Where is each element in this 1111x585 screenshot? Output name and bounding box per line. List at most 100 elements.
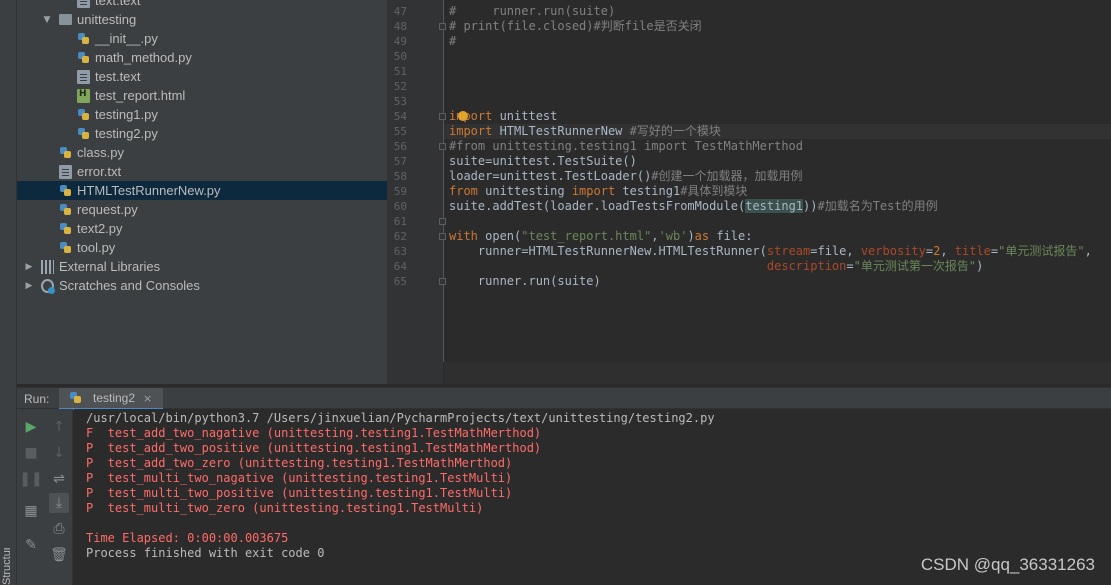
fold-marker-icon[interactable]	[439, 143, 446, 150]
code-token: #	[449, 34, 457, 48]
stop-icon[interactable]: ■	[21, 443, 41, 463]
code-line[interactable]: #	[449, 34, 456, 49]
code-token: suite.addTest(loader.loadTestsFromModule…	[449, 199, 746, 213]
pause-icon[interactable]: ❚❚	[19, 469, 42, 489]
tree-item-label: unittesting	[77, 12, 137, 27]
code-token: open(	[485, 229, 522, 243]
tree-item[interactable]: ▶ External Libraries	[17, 257, 387, 276]
soft-wrap-icon[interactable]: ⇌	[49, 469, 69, 489]
structure-tool-tab[interactable]: Structure	[1, 548, 15, 585]
line-number: 58	[393, 170, 407, 183]
fold-marker-icon[interactable]	[439, 113, 446, 120]
tree-item-label: External Libraries	[59, 259, 161, 274]
trash-icon[interactable]: 🗑	[49, 545, 69, 565]
code-token: with	[449, 229, 486, 243]
code-editor[interactable]: 47 48 49 50 51 52 53 54 55 56 57 58 59 60 61 62 63 64 65 #…	[387, 0, 1111, 384]
tree-item-label: math_method.py	[95, 50, 192, 65]
code-line[interactable]: runner.run(suite)	[449, 274, 601, 289]
tree-item[interactable]: testing2.py	[17, 124, 387, 143]
expand-arrow-right-icon[interactable]: ▶	[23, 262, 35, 272]
tree-item[interactable]: text.text	[17, 0, 387, 10]
tree-item[interactable]: request.py	[17, 200, 387, 219]
run-tab-testing2[interactable]: testing2 ×	[59, 388, 163, 410]
code-token: =	[925, 244, 934, 258]
code-token: unittesting	[485, 184, 572, 198]
text-file-icon	[77, 69, 90, 84]
code-token: #具体到模块	[680, 184, 748, 198]
code-line[interactable]: description="单元测试第一次报告")	[449, 259, 983, 274]
code-line[interactable]: # runner.run(suite)	[449, 4, 615, 19]
tree-item[interactable]: HTMLTestRunnerNew.py	[17, 181, 387, 200]
layout-icon[interactable]: ▦	[21, 501, 41, 521]
tree-item[interactable]: test.text	[17, 67, 387, 86]
expand-arrow-right-icon[interactable]: ▶	[23, 281, 35, 291]
line-number: 50	[393, 50, 407, 63]
tree-item-label: testing1.py	[95, 107, 158, 122]
code-token: )	[976, 259, 984, 273]
left-tool-strip: Structure	[0, 0, 17, 585]
code-line[interactable]: with open("test_report.html",'wb')as fil…	[449, 229, 752, 244]
code-line[interactable]: suite=unittest.TestSuite()	[449, 154, 637, 169]
python-file-icon	[77, 51, 90, 65]
scroll-up-icon[interactable]: ↑	[49, 417, 69, 437]
console-line: /usr/local/bin/python3.7 /Users/jinxueli…	[86, 411, 715, 425]
code-token: unittest	[499, 109, 558, 123]
tree-item[interactable]: test_report.html	[17, 86, 387, 105]
python-file-icon	[59, 241, 72, 255]
code-token: description	[766, 259, 847, 273]
tree-item[interactable]: ▶ Scratches and Consoles	[17, 276, 387, 295]
tree-item-label: request.py	[77, 202, 138, 217]
tree-item-label: class.py	[77, 145, 124, 160]
python-file-icon	[59, 203, 72, 217]
tree-item[interactable]: ▼ unittesting	[17, 10, 387, 29]
tree-item-label: text2.py	[77, 221, 123, 236]
python-file-icon	[77, 127, 90, 141]
fold-marker-icon[interactable]	[439, 23, 446, 30]
code-line[interactable]: runner=HTMLTestRunnerNew.HTMLTestRunner(…	[449, 244, 1092, 259]
code-token: #from unittesting.testing1 import TestMa…	[449, 139, 804, 153]
expand-arrow-down-icon[interactable]: ▼	[41, 15, 53, 25]
line-number: 55	[393, 125, 407, 138]
fold-marker-icon[interactable]	[439, 278, 446, 285]
line-number: 64	[393, 260, 407, 273]
console-line: P test_add_two_zero (unittesting.testing…	[86, 456, 513, 470]
run-toolbar: ▶ ↑ ■ ↓ ❚❚ ⇌ ▦ ⤓ ⎙ ✎ 🗑	[17, 409, 73, 585]
scroll-down-icon[interactable]: ↓	[49, 443, 69, 463]
code-token: import	[449, 124, 500, 138]
fold-marker-icon[interactable]	[439, 233, 446, 240]
structure-tab-label: Structure	[1, 548, 13, 585]
tree-item[interactable]: text2.py	[17, 219, 387, 238]
code-token: import	[449, 109, 500, 123]
fold-marker-icon[interactable]	[439, 218, 446, 225]
code-line[interactable]: from unittesting import testing1#具体到模块	[449, 184, 747, 199]
tree-item[interactable]: class.py	[17, 143, 387, 162]
tree-item-label: test.text	[95, 69, 141, 84]
tree-item[interactable]: __init__.py	[17, 29, 387, 48]
rerun-icon[interactable]: ▶	[21, 417, 41, 437]
close-tab-icon[interactable]: ×	[143, 392, 152, 405]
tree-item[interactable]: tool.py	[17, 238, 387, 257]
pin-icon[interactable]: ✎	[21, 535, 41, 555]
scroll-to-end-icon[interactable]: ⤓	[49, 493, 69, 513]
code-line[interactable]: loader=unittest.TestLoader()#创建一个加载器，加载用…	[449, 169, 803, 184]
code-token: # runner.run(suite)	[449, 4, 616, 18]
print-icon[interactable]: ⎙	[49, 519, 69, 539]
line-number: 59	[393, 185, 407, 198]
intention-bulb-icon[interactable]	[458, 111, 468, 121]
code-line[interactable]: #from unittesting.testing1 import TestMa…	[449, 139, 803, 154]
tree-item[interactable]: math_method.py	[17, 48, 387, 67]
folder-icon	[59, 14, 72, 25]
code-line[interactable]: import HTMLTestRunnerNew #写好的一个模块	[449, 124, 721, 139]
line-number: 65	[393, 275, 407, 288]
code-token: loader=unittest.TestLoader()	[449, 169, 652, 183]
tree-item[interactable]: error.txt	[17, 162, 387, 181]
code-token: runner.run(suite)	[449, 274, 601, 288]
code-token: 'wb'	[658, 229, 688, 243]
code-line[interactable]: suite.addTest(loader.loadTestsFromModule…	[449, 199, 938, 214]
line-number: 53	[393, 95, 407, 108]
code-token: testing1	[745, 199, 804, 213]
code-token: runner=HTMLTestRunnerNew.HTMLTestRunner(	[449, 244, 767, 258]
tree-item[interactable]: testing1.py	[17, 105, 387, 124]
project-tree-panel: text.text ▼ unittesting __init__.py math_met…	[17, 0, 387, 384]
code-line[interactable]: # print(file.closed)#判断file是否关闭	[449, 19, 702, 34]
